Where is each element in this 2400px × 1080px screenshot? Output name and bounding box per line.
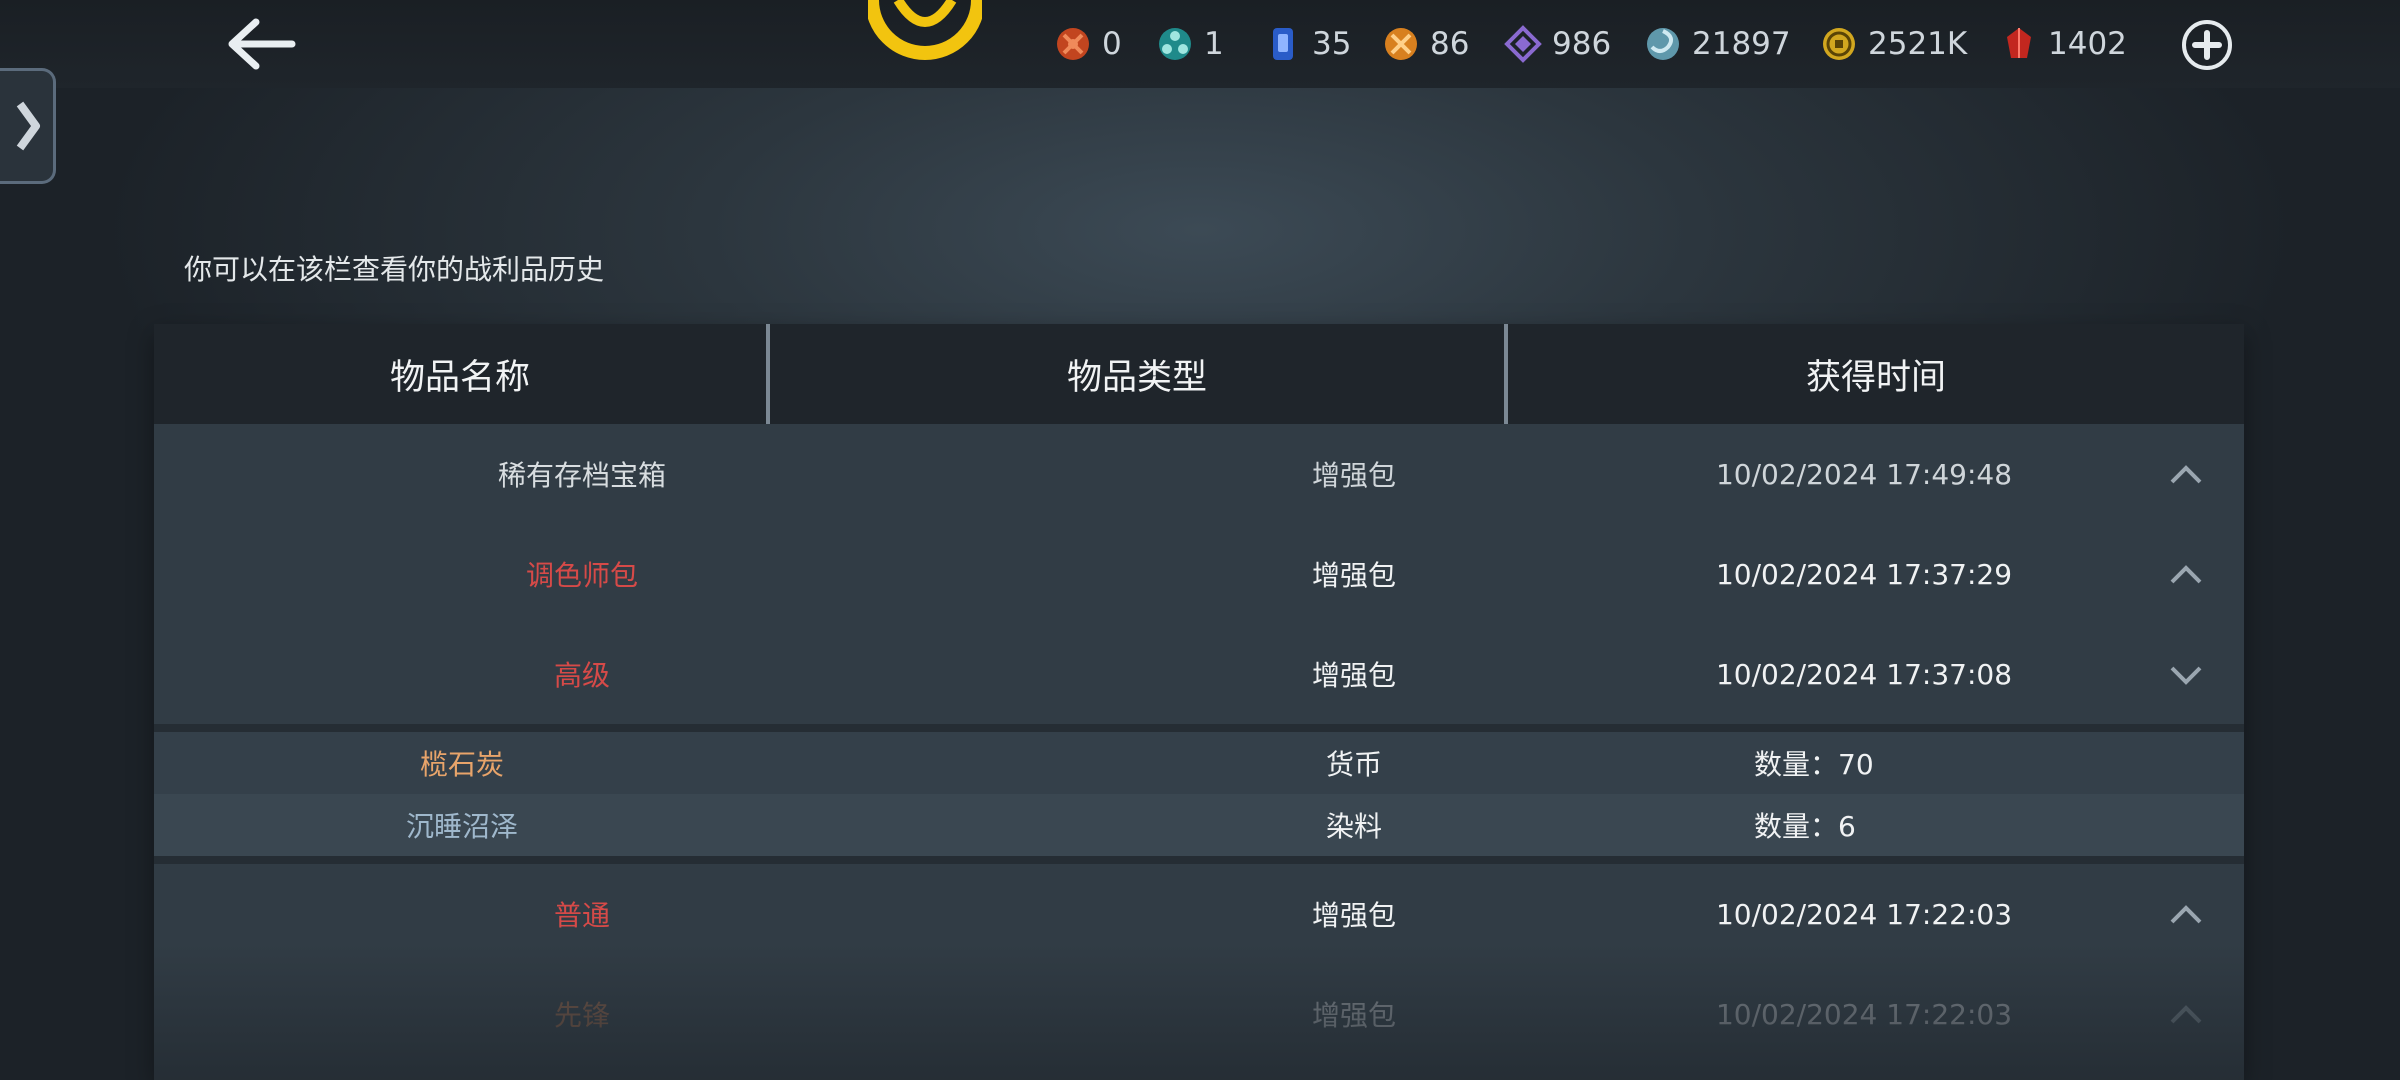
subitem-quantity: 数量：6 [1754, 810, 1856, 843]
currency-value: 1402 [2048, 26, 2127, 62]
currency-red-orb: 0 [1054, 20, 1122, 68]
currency-value: 86 [1430, 26, 1470, 62]
currency-value: 986 [1552, 26, 1612, 62]
side-panel-toggle[interactable] [0, 68, 56, 184]
chevron-up-icon[interactable] [2166, 456, 2206, 492]
page-description: 你可以在该栏查看你的战利品历史 [184, 253, 605, 286]
item-name: 调色师包 [525, 559, 638, 592]
chevron-right-icon [16, 101, 40, 151]
currency-blue-card: 35 [1264, 20, 1351, 68]
red-orb-icon [1054, 25, 1092, 63]
column-header-item-type[interactable]: 物品类型 [770, 324, 1508, 424]
plus-icon [2182, 20, 2232, 70]
obtained-time: 10/02/2024 17:22:03 [1715, 997, 2013, 1031]
table-row[interactable]: 稀有存档宝箱 增强包 10/02/2024 17:49:48 [154, 424, 2244, 524]
currency-value: 21897 [1692, 26, 1791, 62]
item-type: 增强包 [1311, 459, 1396, 492]
obtained-time: 10/02/2024 17:49:48 [1715, 457, 2013, 491]
row-divider [154, 724, 2244, 732]
subitem-type: 货币 [1325, 748, 1382, 781]
currency-red-gem: 1402 [2000, 20, 2127, 68]
chevron-up-icon[interactable] [2166, 896, 2206, 932]
currency-cyan-swirl: 21897 [1644, 20, 1791, 68]
subitem-name: 沉睡沼泽 [405, 810, 518, 843]
subitem-type: 染料 [1325, 810, 1382, 843]
currency-gold-coin: 2521K [1820, 20, 1967, 68]
subitem-quantity: 数量：70 [1754, 748, 1874, 781]
column-header-obtained-time[interactable]: 获得时间 [1508, 324, 2244, 424]
table-row[interactable]: 高级 增强包 10/02/2024 17:37:08 [154, 624, 2244, 724]
gold-emblem-icon [865, 0, 985, 60]
currency-value: 2521K [1868, 26, 1968, 62]
item-name: 普通 [553, 899, 610, 932]
currency-value: 0 [1102, 26, 1122, 62]
item-name: 高级 [553, 659, 610, 692]
orange-orb-icon [1382, 25, 1420, 63]
item-type: 增强包 [1311, 899, 1396, 932]
currency-teal-orb: 1 [1156, 20, 1224, 68]
obtained-time: 10/02/2024 17:22:03 [1715, 897, 2013, 931]
list-item: 榄石炭 货币 数量：70 [154, 732, 2244, 794]
red-gem-icon [2000, 25, 2038, 63]
item-type: 增强包 [1311, 559, 1396, 592]
chevron-down-icon[interactable] [2166, 656, 2206, 692]
teal-orb-icon [1156, 25, 1194, 63]
chevron-up-icon[interactable] [2166, 996, 2206, 1032]
item-name: 稀有存档宝箱 [497, 459, 666, 492]
currency-orange-orb: 86 [1382, 20, 1469, 68]
table-header: 物品名称 物品类型 获得时间 [154, 324, 2244, 424]
cyan-swirl-icon [1644, 25, 1682, 63]
currency-value: 35 [1312, 26, 1352, 62]
obtained-time: 10/02/2024 17:37:29 [1715, 557, 2013, 591]
back-arrow-icon[interactable] [220, 14, 300, 74]
add-currency-button[interactable] [2180, 18, 2234, 72]
gold-coin-icon [1820, 25, 1858, 63]
blue-card-icon [1264, 25, 1302, 63]
chevron-up-icon[interactable] [2166, 556, 2206, 592]
item-type: 增强包 [1311, 999, 1396, 1032]
currency-value: 1 [1204, 26, 1224, 62]
item-type: 增强包 [1311, 659, 1396, 692]
table-row[interactable]: 先锋 增强包 10/02/2024 17:22:03 [154, 964, 2244, 1064]
list-item: 沉睡沼泽 染料 数量：6 [154, 794, 2244, 856]
row-divider [154, 856, 2244, 864]
column-header-item-name[interactable]: 物品名称 [154, 324, 770, 424]
table-row[interactable]: 调色师包 增强包 10/02/2024 17:37:29 [154, 524, 2244, 624]
item-name: 先锋 [553, 999, 610, 1032]
table-row[interactable]: 普通 增强包 10/02/2024 17:22:03 [154, 864, 2244, 964]
purple-diamond-icon [1504, 25, 1542, 63]
subitem-name: 榄石炭 [419, 748, 504, 781]
obtained-time: 10/02/2024 17:37:08 [1715, 657, 2013, 691]
currency-purple-diamond: 986 [1504, 20, 1611, 68]
top-bar: 0 1 35 86 986 21897 2521K 1402 [0, 0, 2400, 88]
loot-history-table: 物品名称 物品类型 获得时间 稀有存档宝箱 增强包 10/02/2024 17:… [154, 324, 2244, 1080]
